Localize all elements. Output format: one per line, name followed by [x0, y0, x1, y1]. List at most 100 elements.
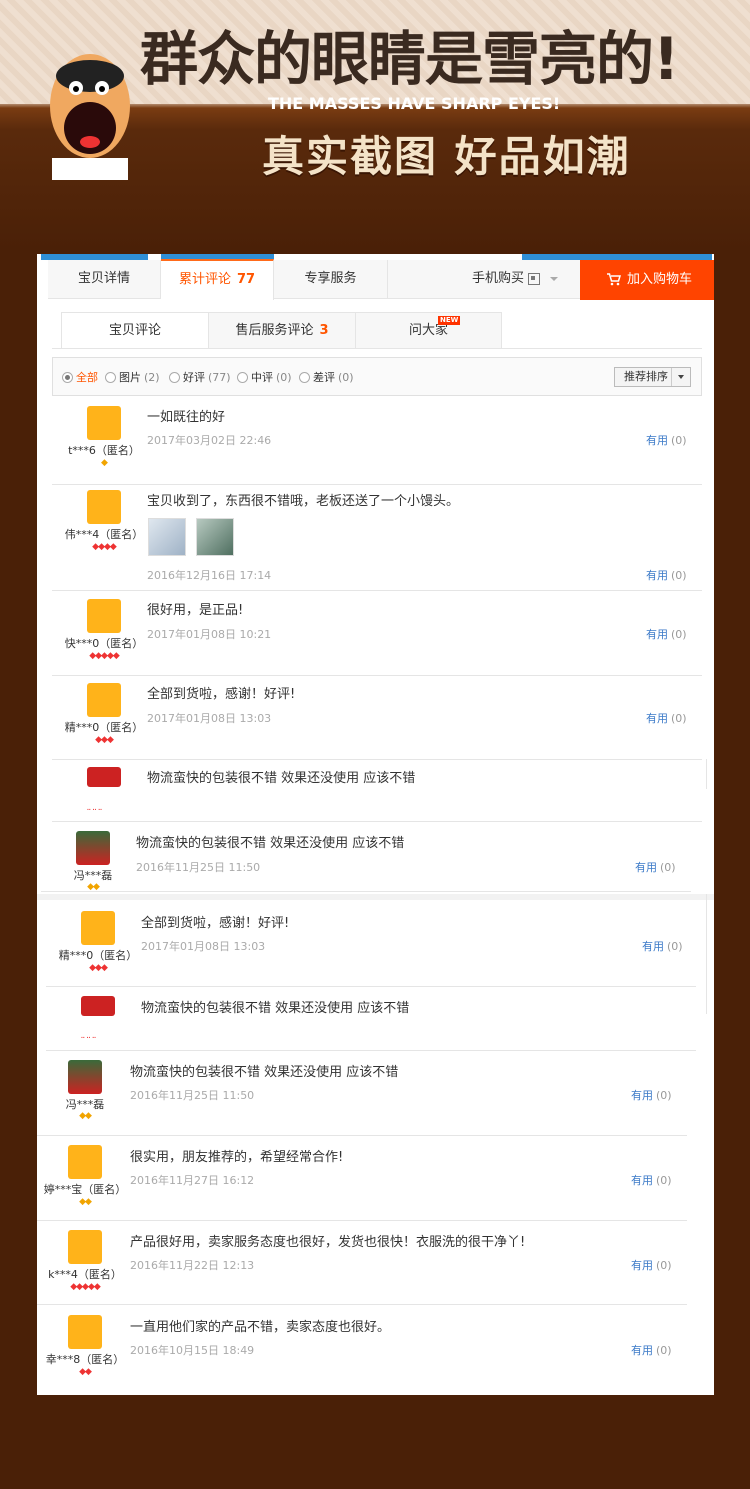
- rank-gems: ◆◆◆: [89, 963, 108, 973]
- review-row: 冯***磊 ◆◆ 物流蛮快的包装很不错 效果还没使用 应该不错 2016年11月…: [37, 1051, 687, 1136]
- filter-mid[interactable]: 中评 (0): [237, 369, 292, 385]
- review-date: 2017年01月08日 13:03: [141, 940, 266, 953]
- rank-gems: .. .. ..: [80, 1031, 97, 1041]
- chevron-down-icon: [550, 276, 558, 281]
- review-text: 物流蛮快的包装很不错 效果还没使用 应该不错: [136, 836, 405, 851]
- review-photo[interactable]: [148, 518, 186, 556]
- review-user: t***6（匿名）: [68, 444, 140, 457]
- chevron-down-icon: [678, 375, 684, 379]
- useful-button[interactable]: 有用 (0): [631, 1172, 672, 1188]
- review-text: 一直用他们家的产品不错，卖家态度也很好。: [130, 1320, 391, 1335]
- avatar: [87, 767, 121, 787]
- review-date: 2016年10月15日 18:49: [130, 1344, 255, 1357]
- new-badge: NEW: [438, 316, 461, 325]
- avatar: [87, 599, 121, 633]
- review-text: 全部到货啦，感谢！好评!: [147, 687, 296, 702]
- useful-button[interactable]: 有用 (0): [631, 1342, 672, 1358]
- rank-gems: ◆◆◆◆: [92, 542, 117, 552]
- useful-button[interactable]: 有用 (0): [631, 1257, 672, 1273]
- avatar: [81, 911, 115, 945]
- tab-details[interactable]: 宝贝详情: [48, 260, 161, 298]
- reviews-count: 77: [236, 272, 256, 287]
- useful-button[interactable]: 有用 (0): [642, 938, 683, 954]
- filter-bar: 全部 图片 (2) 好评 (77) 中评 (0) 差评 (0) 推荐排序: [52, 357, 702, 396]
- review-date: 2017年01月08日 10:21: [147, 628, 272, 641]
- avatar: [87, 490, 121, 524]
- review-text: 物流蛮快的包装很不错 效果还没使用 应该不错: [141, 1001, 410, 1016]
- mascot-icon: [50, 54, 130, 180]
- review-date: 2016年11月22日 12:13: [130, 1259, 255, 1272]
- radio-icon: [62, 371, 73, 383]
- tab-reviews[interactable]: 累计评论 77: [161, 259, 274, 300]
- review-row: .. .. .. 物流蛮快的包装很不错 效果还没使用 应该不错: [46, 987, 696, 1051]
- useful-button[interactable]: 有用 (0): [646, 710, 687, 726]
- cart-icon: [606, 273, 621, 286]
- review-user: 精***0（匿名）: [58, 949, 138, 962]
- review-text: 宝贝收到了，东西很不错哦，老板还送了一个小馒头。: [147, 494, 460, 509]
- rank-gems: ◆◆: [87, 882, 100, 892]
- subtab-after-sale[interactable]: 售后服务评论 3: [208, 312, 356, 349]
- divider: [52, 348, 702, 349]
- tab-service[interactable]: 专享服务: [274, 260, 388, 298]
- review-date: 2016年12月16日 17:14: [147, 569, 272, 582]
- useful-button[interactable]: 有用 (0): [646, 626, 687, 642]
- review-row: 精***0（匿名） ◆◆◆ 全部到货啦，感谢！好评! 2017年01月08日 1…: [52, 675, 702, 760]
- main-tabs: 宝贝详情 累计评论 77 专享服务 手机购买 加入购物车: [48, 259, 714, 300]
- review-panel: 宝贝详情 累计评论 77 专享服务 手机购买 加入购物车 宝贝评论 售后服务评论 3…: [37, 254, 714, 1395]
- qrcode-icon: [528, 272, 540, 285]
- avatar: [68, 1060, 102, 1094]
- review-row: k***4（匿名） ◆◆◆◆◆ 产品很好用，卖家服务态度也很好，发货也很快！衣服…: [37, 1220, 687, 1305]
- banner-slogan: 真实截图 好品如潮: [262, 132, 631, 181]
- useful-button[interactable]: 有用 (0): [646, 567, 687, 583]
- filter-pics[interactable]: 图片 (2): [105, 369, 160, 385]
- useful-button[interactable]: 有用 (0): [646, 432, 687, 448]
- rank-gems: ◆: [101, 458, 108, 468]
- review-date: 2016年11月25日 11:50: [136, 861, 261, 874]
- rank-gems: ◆◆: [79, 1197, 92, 1207]
- review-text: 一如既往的好: [147, 410, 226, 425]
- useful-button[interactable]: 有用 (0): [635, 859, 676, 875]
- review-user: 冯***磊: [73, 869, 113, 882]
- avatar: [68, 1230, 102, 1264]
- rank-gems: ◆◆: [79, 1111, 92, 1121]
- review-row: 冯***磊 ◆◆ 物流蛮快的包装很不错 效果还没使用 应该不错 2016年11月…: [41, 822, 691, 892]
- add-to-cart-button[interactable]: 加入购物车: [580, 260, 714, 300]
- avatar: [87, 683, 121, 717]
- review-text: 全部到货啦，感谢！好评!: [141, 916, 290, 931]
- filter-bad[interactable]: 差评 (0): [299, 369, 354, 385]
- rank-gems: ◆◆◆: [95, 735, 114, 745]
- sort-dropdown[interactable]: 推荐排序: [614, 367, 691, 387]
- section-separator: [37, 894, 714, 900]
- subtab-ask[interactable]: 问大家 NEW: [355, 312, 502, 349]
- avatar: [68, 1145, 102, 1179]
- avatar: [68, 1315, 102, 1349]
- useful-button[interactable]: 有用 (0): [631, 1087, 672, 1103]
- review-user: 精***0（匿名）: [64, 721, 144, 734]
- avatar: [87, 406, 121, 440]
- review-row: 精***0（匿名） ◆◆◆ 全部到货啦，感谢！好评! 2017年01月08日 1…: [46, 902, 696, 987]
- rank-gems: ◆◆◆◆◆: [89, 651, 120, 661]
- radio-icon: [237, 371, 248, 383]
- rank-gems: .. .. ..: [86, 803, 103, 813]
- filter-good[interactable]: 好评 (77): [169, 369, 231, 385]
- review-user: 婷***宝（匿名）: [43, 1183, 127, 1196]
- review-row: 幸***8（匿名） ◆◆ 一直用他们家的产品不错，卖家态度也很好。 2016年1…: [37, 1305, 687, 1389]
- review-row: 快***0（匿名） ◆◆◆◆◆ 很好用，是正品! 2017年01月08日 10:…: [52, 591, 702, 676]
- review-photo[interactable]: [196, 518, 234, 556]
- review-text: 物流蛮快的包装很不错 效果还没使用 应该不错: [130, 1065, 399, 1080]
- rank-gems: ◆◆: [79, 1367, 92, 1377]
- mobile-buy-button[interactable]: 手机购买: [460, 260, 570, 298]
- review-text: 很好用，是正品!: [147, 603, 244, 618]
- radio-icon: [169, 371, 180, 383]
- promo-banner: 群众的眼睛是雪亮的! THE MASSES HAVE SHARP EYES! 真…: [0, 0, 750, 250]
- review-date: 2017年01月08日 13:03: [147, 712, 272, 725]
- review-date: 2017年03月02日 22:46: [147, 434, 272, 447]
- filter-all[interactable]: 全部: [62, 369, 98, 385]
- review-row: .. .. .. 物流蛮快的包装很不错 效果还没使用 应该不错: [52, 759, 702, 822]
- review-user: k***4（匿名）: [48, 1268, 122, 1281]
- radio-icon: [105, 371, 116, 383]
- review-user: 伟***4（匿名）: [64, 528, 144, 541]
- review-user: 冯***磊: [65, 1098, 105, 1111]
- banner-subtitle: THE MASSES HAVE SHARP EYES!: [268, 94, 561, 113]
- subtab-reviews[interactable]: 宝贝评论: [61, 312, 209, 349]
